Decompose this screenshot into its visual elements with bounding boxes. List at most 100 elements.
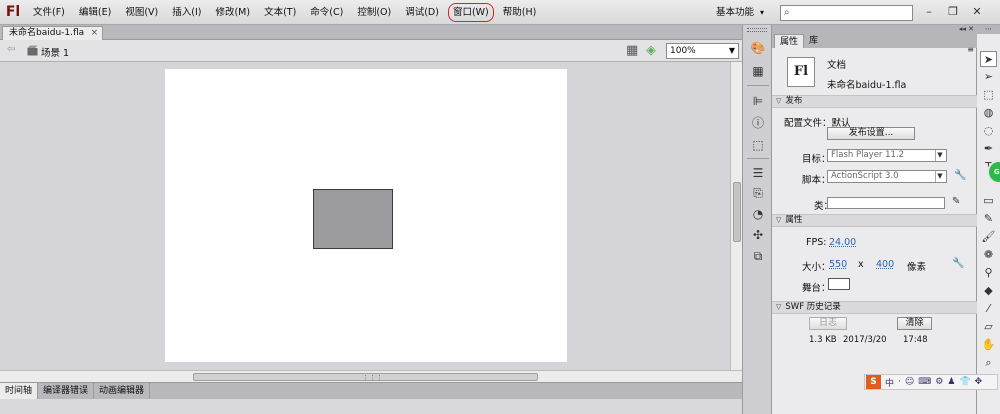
script-select[interactable]: ActionScript 3.0 ▼ — [827, 170, 947, 183]
info-icon[interactable]: ⓘ — [750, 115, 766, 131]
minimize-button[interactable]: – — [920, 3, 938, 21]
history-icon[interactable]: ⧉ — [750, 248, 766, 264]
size-unit: 像素 — [907, 262, 927, 273]
pen-tool-icon[interactable]: ✒ — [980, 141, 997, 157]
3d-rotation-tool-icon[interactable]: ◍ — [980, 105, 997, 121]
menu-window[interactable]: 窗口(W) — [446, 0, 496, 25]
menu-modify[interactable]: 修改(M) — [208, 0, 257, 25]
target-value: Flash Player 11.2 — [831, 150, 905, 160]
bone-tool-icon[interactable]: ⚲ — [980, 265, 997, 281]
chevron-down-icon: ▼ — [728, 46, 735, 55]
width-value[interactable]: 550 — [829, 259, 847, 270]
edit-bar: ⇦ 场景 1 ▦ ◈ 100% ▼ — [0, 40, 742, 62]
ime-skin-icon[interactable]: 👕 — [959, 377, 970, 387]
brush-tool-icon[interactable]: 🖌 — [980, 229, 997, 245]
paint-bucket-tool-icon[interactable]: ◆ — [980, 283, 997, 299]
restore-button[interactable]: ❐ — [944, 3, 962, 21]
menu-bar: Fl 文件(F) 编辑(E) 视图(V) 插入(I) 修改(M) 文本(T) 命… — [0, 0, 1000, 25]
zoom-value: 100% — [670, 46, 696, 56]
swf-history-section-header[interactable]: ▽ SWF 历史记录 — [772, 301, 977, 314]
tab-compiler-errors[interactable]: 编译器错误 — [38, 383, 95, 399]
hand-tool-icon[interactable]: ✋ — [980, 337, 997, 353]
vertical-scrollbar[interactable] — [730, 62, 742, 370]
ime-tools-icon[interactable]: ✥ — [975, 377, 983, 387]
menu-view[interactable]: 视图(V) — [118, 0, 165, 25]
publish-settings-button[interactable]: 发布设置... — [827, 127, 915, 140]
panel-grip[interactable]: ◂◂ ✕ — [772, 25, 977, 34]
subselection-tool-icon[interactable]: ➢ — [980, 69, 997, 85]
horizontal-scrollbar[interactable]: ⋮⋮⋮ — [0, 370, 742, 382]
sogou-logo-icon[interactable]: S — [866, 375, 881, 389]
motion-presets-icon[interactable]: ◔ — [750, 206, 766, 222]
tab-library[interactable]: 库 — [804, 34, 823, 48]
ime-settings-icon[interactable]: ⚙ — [935, 377, 943, 387]
chevron-down-icon: ▼ — [935, 171, 944, 182]
lasso-tool-icon[interactable]: ◌ — [980, 123, 997, 139]
class-field[interactable] — [827, 197, 945, 209]
ime-user-icon[interactable]: ♟ — [947, 377, 955, 387]
close-button[interactable]: ✕ — [968, 3, 986, 21]
properties-section-header[interactable]: ▽ 属性 — [772, 214, 977, 227]
back-arrow-icon[interactable]: ⇦ — [7, 44, 15, 55]
zoom-tool-icon[interactable]: ⌕ — [980, 355, 997, 371]
tab-motion-editor[interactable]: 动画编辑器 — [94, 383, 151, 399]
horizontal-scroll-thumb[interactable]: ⋮⋮⋮ — [193, 373, 538, 382]
dock-grip[interactable] — [747, 28, 767, 32]
close-icon[interactable]: × — [91, 27, 99, 40]
menu-commands[interactable]: 命令(C) — [303, 0, 350, 25]
project-icon[interactable]: ✣ — [750, 227, 766, 243]
components-icon[interactable]: ⎘ — [750, 185, 766, 201]
height-value[interactable]: 400 — [876, 259, 894, 270]
edit-scene-icon[interactable]: ◈ — [646, 43, 656, 58]
ime-punctuation-icon[interactable]: · — [898, 377, 901, 387]
color-panel-icon[interactable]: 🎨 — [750, 40, 766, 56]
rectangle-shape[interactable] — [313, 189, 393, 249]
search-input[interactable] — [797, 7, 909, 19]
panel-grip[interactable]: ⋯ — [977, 25, 1000, 34]
transform-icon[interactable]: ⬚ — [750, 137, 766, 153]
pencil-icon[interactable]: ✎ — [952, 196, 960, 207]
collapse-icon[interactable]: ◂◂ ✕ — [959, 25, 974, 34]
expand-triangle-icon: ▽ — [776, 216, 782, 224]
history-date: 2017/3/20 — [843, 335, 887, 345]
pencil-tool-icon[interactable]: ✎ — [980, 211, 997, 227]
target-select[interactable]: Flash Player 11.2 ▼ — [827, 149, 947, 162]
tab-properties[interactable]: 属性 — [774, 34, 805, 48]
wrench-icon[interactable]: 🔧 — [954, 170, 966, 181]
align-icon[interactable]: ⊫ — [750, 93, 766, 109]
publish-section-header[interactable]: ▽ 发布 — [772, 95, 977, 108]
stage-color-swatch[interactable] — [828, 278, 850, 290]
clear-button[interactable]: 清除 — [897, 317, 932, 330]
edit-symbols-icon[interactable]: ▦ — [626, 43, 638, 58]
vertical-scroll-thumb[interactable] — [733, 182, 741, 242]
zoom-select[interactable]: 100% ▼ — [666, 43, 739, 59]
workspace-switcher[interactable]: 基本功能 ▾ — [716, 0, 764, 25]
selection-tool-icon[interactable]: ➤ — [980, 51, 997, 67]
menu-edit[interactable]: 编辑(E) — [72, 0, 118, 25]
ime-emoji-icon[interactable]: ☺ — [905, 377, 914, 387]
menu-control[interactable]: 控制(O) — [350, 0, 398, 25]
ime-keyboard-icon[interactable]: ⌨ — [918, 377, 931, 387]
menu-debug[interactable]: 调试(D) — [398, 0, 446, 25]
swatches-icon[interactable]: ▦ — [750, 63, 766, 79]
swf-history-heading: SWF 历史记录 — [785, 302, 841, 312]
fps-value[interactable]: 24.00 — [829, 237, 856, 248]
menu-file[interactable]: 文件(F) — [26, 0, 72, 25]
wrench-icon[interactable]: 🔧 — [952, 258, 964, 269]
panel-menu-icon[interactable]: ≡ — [967, 43, 974, 57]
eyedropper-tool-icon[interactable]: ⁄ — [980, 301, 997, 317]
log-button[interactable]: 日志 — [809, 317, 847, 330]
menu-text[interactable]: 文本(T) — [257, 0, 303, 25]
rectangle-tool-icon[interactable]: ▭ — [980, 193, 997, 209]
free-transform-tool-icon[interactable]: ⬚ — [980, 87, 997, 103]
tab-timeline[interactable]: 时间轴 — [0, 383, 39, 399]
eraser-tool-icon[interactable]: ▱ — [980, 319, 997, 335]
deco-tool-icon[interactable]: ❁ — [980, 247, 997, 263]
menu-insert[interactable]: 插入(I) — [165, 0, 208, 25]
stage[interactable] — [165, 69, 567, 362]
document-tab[interactable]: 未命名baidu-1.fla × — [2, 26, 104, 40]
ime-chinese-mode[interactable]: 中 — [885, 376, 894, 389]
menu-help[interactable]: 帮助(H) — [496, 0, 544, 25]
code-snippets-icon[interactable]: ☰ — [750, 165, 766, 181]
publish-heading: 发布 — [785, 96, 803, 106]
